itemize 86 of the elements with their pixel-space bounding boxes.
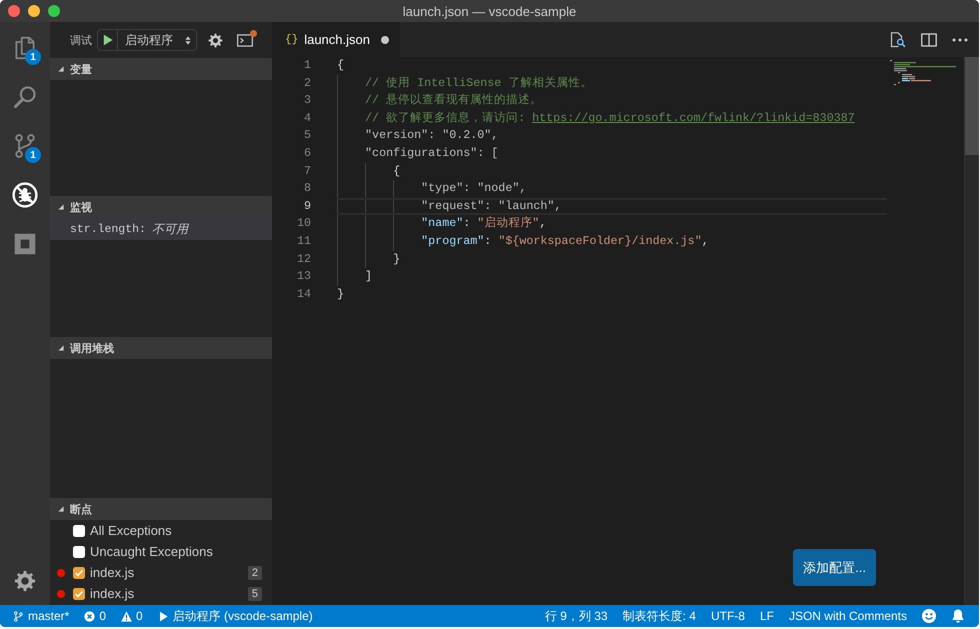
settings-icon[interactable]	[208, 32, 223, 48]
line-number: 7	[302, 162, 311, 180]
window-title: launch.json — vscode-sample	[402, 4, 576, 18]
code-line: {	[337, 58, 344, 72]
line-number: 9	[302, 198, 311, 215]
section-header[interactable]: 调用堆栈	[50, 337, 272, 359]
json-file-icon: {}	[285, 34, 298, 46]
code-line: // 悬停以查看现有属性的描述。	[365, 93, 542, 108]
watch-value: 不可用	[152, 220, 188, 238]
editor-tab[interactable]: {} launch.json	[272, 22, 400, 57]
scrollbar-thumb[interactable]	[965, 57, 979, 155]
debug-label: 调试	[70, 34, 92, 48]
line-number: 1	[302, 57, 311, 74]
line-number: 10	[296, 215, 311, 232]
breakpoint-label: index.js	[90, 586, 134, 601]
line-number: 4	[302, 110, 311, 127]
extensions-icon[interactable]	[12, 230, 38, 256]
warnings-status-item[interactable]: 0	[121, 609, 143, 623]
code-line: "program": "${workspaceFolder}/index.js",	[421, 234, 709, 248]
breakpoint-label: Uncaught Exceptions	[90, 544, 213, 559]
code-link[interactable]: https://go.microsoft.com/fwlink/?linkid=830387	[532, 110, 855, 125]
close-window-button[interactable]	[8, 5, 20, 17]
count-badge: 1	[25, 147, 41, 163]
split-editor-icon[interactable]	[921, 32, 937, 48]
checkbox[interactable]	[73, 524, 85, 536]
line-number: 11	[296, 232, 311, 250]
checkbox[interactable]	[73, 588, 85, 600]
cursor-position[interactable]: 行 9，列 33	[544, 608, 608, 624]
line-number-badge: 2	[248, 566, 262, 580]
line-number: 12	[296, 250, 311, 268]
code-line: }	[393, 252, 400, 266]
zoom-window-button[interactable]	[48, 5, 60, 17]
section-header[interactable]: 断点	[50, 498, 272, 520]
minimize-window-button[interactable]	[28, 5, 40, 17]
line-number: 8	[302, 180, 311, 198]
branch-icon	[13, 610, 24, 622]
code-line: // 欲了解更多信息，请访问: https://go.microsoft.com/fwlink/?linkid=830387	[365, 110, 855, 125]
branch-status-item[interactable]: master*	[13, 609, 70, 623]
section-header[interactable]: 变量	[50, 58, 272, 80]
watch-expression: str.length:	[70, 222, 146, 236]
add-configuration-button[interactable]: 添加配置...	[793, 549, 876, 586]
code-line: }	[337, 286, 344, 301]
error-icon	[84, 610, 96, 622]
breakpoint-dot-icon	[57, 590, 65, 598]
code-line: {	[393, 164, 400, 178]
line-number: 6	[302, 144, 311, 162]
code-line: "type": "node",	[421, 181, 526, 196]
indent-setting[interactable]: 制表符长度: 4	[622, 608, 696, 624]
play-icon	[102, 34, 112, 46]
open-changes-icon[interactable]	[890, 32, 906, 48]
code-line: ]	[365, 269, 372, 284]
code-line: "name": "启动程序",	[421, 216, 546, 230]
line-number: 5	[302, 127, 311, 144]
crossed-bug-icon[interactable]	[12, 182, 38, 208]
play-icon	[158, 610, 169, 622]
settings-icon[interactable]	[14, 570, 36, 592]
checkbox[interactable]	[73, 566, 85, 578]
breakpoint-label: All Exceptions	[90, 523, 172, 538]
search-icon[interactable]	[12, 84, 38, 110]
line-number: 14	[296, 286, 311, 303]
code-line: "configurations": [	[365, 146, 498, 160]
watch-item[interactable]: str.length: 不可用	[50, 218, 272, 240]
debug-status-item[interactable]: 启动程序 (vscode-sample)	[158, 608, 313, 624]
line-number: 2	[302, 74, 311, 92]
config-select[interactable]: 启动程序	[118, 30, 196, 50]
bell-icon[interactable]	[951, 609, 965, 623]
terminal-icon[interactable]	[237, 34, 253, 46]
count-badge: 1	[25, 49, 41, 65]
line-number: 3	[302, 92, 311, 110]
updown-caret-icon	[185, 36, 191, 44]
more-icon[interactable]	[952, 38, 968, 42]
language-mode[interactable]: JSON with Comments	[788, 609, 907, 623]
line-ending-setting[interactable]: LF	[760, 609, 774, 623]
code-line: "request": "launch",	[421, 198, 562, 213]
warning-icon	[121, 610, 132, 622]
section-header[interactable]: 监视	[50, 196, 272, 218]
code-line: // 使用 IntelliSense 了解相关属性。	[365, 76, 592, 90]
line-number: 13	[296, 268, 311, 286]
breakpoint-label: index.js	[90, 565, 134, 580]
encoding-setting[interactable]: UTF-8	[710, 609, 745, 623]
errors-status-item[interactable]: 0	[84, 609, 106, 623]
line-number-badge: 5	[248, 586, 262, 600]
smiley-icon[interactable]	[922, 609, 936, 623]
code-line: "version": "0.2.0",	[365, 128, 498, 142]
checkbox[interactable]	[73, 546, 85, 558]
breakpoint-dot-icon	[57, 568, 65, 576]
